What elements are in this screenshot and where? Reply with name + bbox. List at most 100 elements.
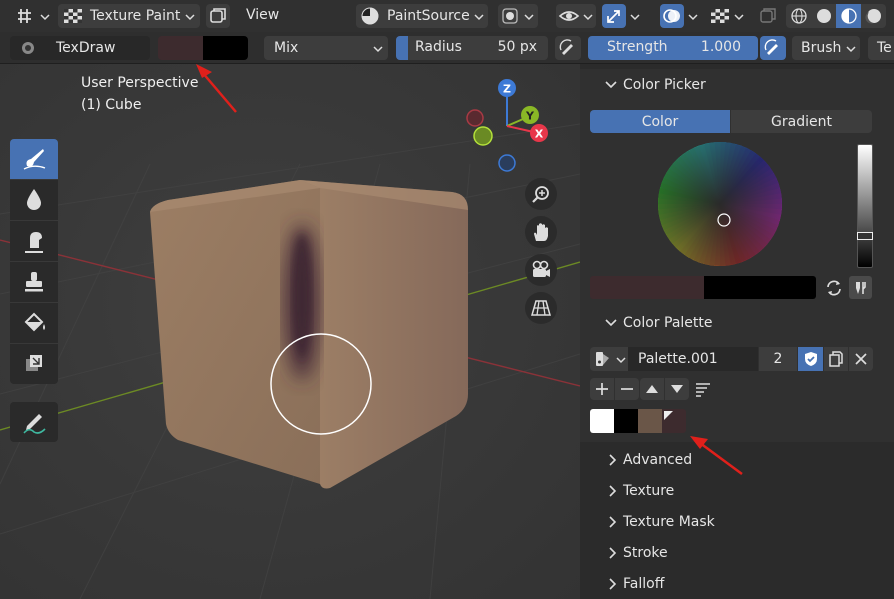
tool-draw[interactable]: [10, 139, 58, 179]
tool-clone[interactable]: [10, 262, 58, 302]
move-color-up-button[interactable]: [640, 378, 664, 400]
palette-swatch[interactable]: [638, 409, 662, 433]
strength-slider[interactable]: Strength 1.000: [588, 36, 758, 60]
radius-pressure-toggle[interactable]: [555, 36, 581, 60]
color-palette-header[interactable]: Color Palette: [580, 307, 894, 339]
swap-arrows-icon: [827, 279, 841, 296]
mode-label: Texture Paint: [90, 8, 181, 24]
radius-slider[interactable]: Radius 50 px: [396, 36, 548, 60]
secondary-color-swatch[interactable]: [203, 36, 248, 60]
palette-browse-button[interactable]: [590, 347, 628, 371]
blend-mode-dropdown[interactable]: Mix: [264, 36, 388, 60]
gizmo-neg-y-axis[interactable]: [473, 126, 493, 146]
mode-dropdown[interactable]: Texture Paint: [58, 4, 200, 28]
overlays-dropdown[interactable]: [684, 4, 702, 28]
checker-icon: [64, 9, 82, 23]
overlays-toggle[interactable]: [660, 4, 684, 28]
pan-button[interactable]: [525, 216, 557, 248]
gizmo-neg-x-axis[interactable]: [466, 109, 484, 127]
viewport-header: Texture Paint View PaintSource: [0, 0, 894, 32]
brush-name: TexDraw: [56, 40, 116, 56]
annotation-arrow-swatch: [690, 436, 743, 476]
move-color-down-button[interactable]: [665, 378, 689, 400]
view-menu[interactable]: View: [246, 7, 279, 23]
palette-users-count[interactable]: 2: [759, 347, 797, 371]
chevron-down-icon: [605, 81, 617, 89]
perspective-toggle-button[interactable]: [525, 292, 557, 324]
chevron-down-icon: [688, 14, 698, 21]
palette-swatch[interactable]: [590, 409, 614, 433]
radius-label: Radius: [415, 39, 462, 55]
picker-secondary-color[interactable]: [704, 276, 816, 299]
blend-mode-label: Mix: [274, 40, 299, 56]
brush-selector[interactable]: TexDraw: [10, 36, 150, 60]
gizmos-toggle[interactable]: [556, 4, 596, 28]
unlink-palette-button[interactable]: [849, 347, 873, 371]
palette-swatches: [590, 409, 686, 433]
gizmo-dropdown[interactable]: [626, 4, 644, 28]
tool-annotate[interactable]: [10, 402, 58, 442]
checker-icon: [711, 9, 729, 23]
color-picker-header[interactable]: Color Picker: [580, 69, 894, 101]
gizmo-toggle-button[interactable]: [602, 4, 626, 28]
panel-falloff[interactable]: Falloff: [580, 568, 894, 599]
shading-solid-button[interactable]: [811, 4, 836, 28]
chevron-down-icon: [474, 14, 484, 21]
object-visibility-dropdown[interactable]: [498, 4, 538, 28]
3d-viewport[interactable]: User Perspective (1) Cube Z Y X: [0, 64, 580, 599]
mask-icon: [26, 355, 42, 371]
triangle-down-icon: [671, 385, 683, 393]
value-slider-handle[interactable]: [857, 232, 873, 240]
cube-object[interactable]: [150, 180, 468, 489]
remove-color-button[interactable]: [615, 378, 639, 400]
editor-type-button[interactable]: [14, 4, 50, 28]
sort-colors-button[interactable]: [692, 378, 714, 400]
primary-color-swatch[interactable]: [158, 36, 203, 60]
tool-smear[interactable]: [10, 221, 58, 261]
chevron-down-icon: [734, 14, 744, 21]
object-label: (1) Cube: [81, 97, 142, 113]
swap-colors-button[interactable]: [823, 276, 845, 299]
gizmo-neg-z-axis[interactable]: [498, 154, 516, 172]
brush-menu-label: Brush: [801, 40, 842, 56]
navigation-gizmo[interactable]: Z Y X: [458, 76, 558, 186]
chevron-down-icon: [40, 14, 50, 21]
duplicate-palette-button[interactable]: [824, 347, 848, 371]
panel-label: Falloff: [623, 575, 665, 592]
chevron-right-icon: [609, 516, 617, 528]
brush-menu[interactable]: Brush: [792, 36, 860, 60]
color-wheel[interactable]: [656, 140, 784, 268]
eyedropper-button[interactable]: [849, 276, 872, 299]
camera-view-button[interactable]: [525, 254, 557, 286]
tab-gradient[interactable]: Gradient: [731, 110, 872, 133]
tab-color[interactable]: Color: [590, 110, 730, 133]
xray-button[interactable]: [756, 4, 780, 28]
strength-pressure-toggle[interactable]: [760, 36, 786, 60]
tool-mask[interactable]: [10, 344, 58, 384]
paint-overlay-dropdown[interactable]: [708, 4, 748, 28]
xray-toggle[interactable]: [206, 4, 230, 28]
panel-stroke[interactable]: Stroke: [580, 537, 894, 568]
palette-swatch[interactable]: [614, 409, 638, 433]
panel-texture-mask[interactable]: Texture Mask: [580, 506, 894, 537]
shading-rendered-button[interactable]: [861, 4, 886, 28]
fake-user-toggle[interactable]: [798, 347, 823, 371]
shading-wireframe-button[interactable]: [786, 4, 811, 28]
tool-soften[interactable]: [10, 180, 58, 220]
palette-icon: [596, 352, 609, 366]
zoom-button[interactable]: [525, 178, 557, 210]
tool-fill[interactable]: [10, 303, 58, 343]
chevron-down-icon: [583, 14, 593, 21]
picker-primary-color[interactable]: [590, 276, 704, 299]
brush-draw-icon: [23, 149, 46, 170]
value-slider[interactable]: [857, 144, 873, 268]
texture-menu[interactable]: Te: [868, 36, 894, 60]
gizmo-z-label: Z: [503, 83, 511, 96]
chevron-right-icon: [609, 454, 617, 466]
paint-source-dropdown[interactable]: PaintSource: [356, 4, 488, 28]
chevron-down-icon: [524, 14, 534, 21]
add-color-button[interactable]: [590, 378, 614, 400]
palette-name-field[interactable]: Palette.001: [628, 347, 758, 371]
panel-texture[interactable]: Texture: [580, 475, 894, 506]
shading-material-button[interactable]: [836, 4, 861, 28]
